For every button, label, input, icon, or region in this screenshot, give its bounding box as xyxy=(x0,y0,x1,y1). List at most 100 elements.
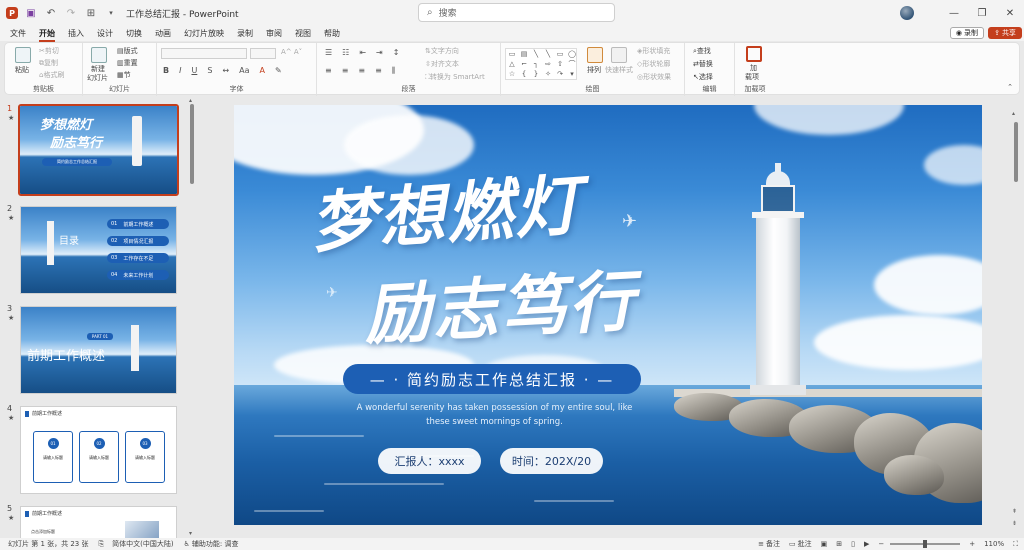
tab-insert[interactable]: 插入 xyxy=(68,28,84,39)
tab-design[interactable]: 设计 xyxy=(97,28,113,39)
format-painter-button[interactable]: ⌂ 格式刷 xyxy=(39,70,64,80)
tab-record[interactable]: 录制 xyxy=(237,28,253,39)
tab-review[interactable]: 审阅 xyxy=(266,28,282,39)
reading-view-icon[interactable]: ▯ xyxy=(851,540,855,548)
thumbnail-slide-1[interactable]: 梦想燃灯 励志笃行 简约励志工作总结汇报 xyxy=(18,104,179,196)
slide-title-line-2[interactable]: 励志笃行 xyxy=(362,248,639,358)
italic-button[interactable]: I xyxy=(179,66,181,75)
prev-slide-icon[interactable]: ⇞ xyxy=(1012,508,1017,515)
restore-icon[interactable]: ❐ xyxy=(968,8,996,19)
slide-scrollbar[interactable] xyxy=(1014,122,1018,182)
strike-button[interactable]: S xyxy=(207,66,212,75)
arrange-button[interactable]: 排列 xyxy=(587,65,601,75)
justify-icon[interactable]: ≡ xyxy=(375,66,382,76)
next-slide-icon[interactable]: ⇟ xyxy=(1012,520,1017,527)
language-status[interactable]: 简体中文(中国大陆) xyxy=(112,539,173,549)
find-button[interactable]: ⌕ 查找 xyxy=(693,46,711,56)
highlight-icon[interactable]: ✎ xyxy=(275,66,282,75)
slide-sorter-icon[interactable]: ⊞ xyxy=(836,540,842,548)
underline-button[interactable]: U xyxy=(191,66,197,75)
accessibility-status[interactable]: 辅助功能: 调查 xyxy=(192,539,239,549)
thumbnail-slide-3[interactable]: PART 01 前期工作概述 xyxy=(20,306,177,394)
font-grow-icon[interactable]: A^ A˅ xyxy=(281,48,302,56)
tab-home[interactable]: 开始 xyxy=(39,28,55,42)
thumbnail-slide-2[interactable]: 目录 01 前期工作概述 02 项目情况汇报 03 工作存在不足 04 未来工作计划 xyxy=(20,206,177,294)
tab-help[interactable]: 帮助 xyxy=(324,28,340,39)
redo-icon[interactable]: ↷ xyxy=(64,6,78,20)
columns-icon[interactable]: ⫼ xyxy=(392,66,396,76)
scroll-up-icon[interactable]: ▴ xyxy=(189,97,192,104)
font-size-select[interactable] xyxy=(250,48,276,59)
collapse-ribbon-icon[interactable]: ⌃ xyxy=(1007,83,1013,91)
close-icon[interactable]: ✕ xyxy=(996,8,1024,19)
decrease-indent-icon[interactable]: ⇤ xyxy=(359,48,366,57)
spellcheck-icon[interactable]: ⎘ xyxy=(99,540,105,549)
shapes-gallery[interactable]: ▭ ▤ ╲ ╲ ▭ ◯ △ ⌐ ┐ ⇨ ⇧ ⌒ ☆{} ✧ ↷ ▾ xyxy=(505,48,577,80)
section-button[interactable]: ▦ 节 xyxy=(117,70,131,80)
tab-slideshow[interactable]: 幻灯片放映 xyxy=(184,28,224,39)
paste-button[interactable]: 粘贴 xyxy=(15,65,29,75)
scroll-down-icon[interactable]: ▾ xyxy=(189,530,192,537)
paste-icon[interactable] xyxy=(15,47,31,63)
comments-button[interactable]: 批注 xyxy=(798,539,812,549)
align-text-button[interactable]: ⇳ 对齐文本 xyxy=(425,59,459,69)
customize-qat-icon[interactable]: ▾ xyxy=(104,6,118,20)
minimize-icon[interactable]: — xyxy=(940,8,968,19)
shape-effects-button[interactable]: ◎ 形状效果 xyxy=(637,72,671,82)
zoom-thumb[interactable] xyxy=(923,540,928,548)
replace-button[interactable]: ⇄ 替换 xyxy=(693,59,713,69)
avatar[interactable] xyxy=(900,6,914,20)
addins-label-2[interactable]: 载项 xyxy=(745,72,759,82)
record-button[interactable]: ◉ 录制 xyxy=(949,27,984,39)
numbering-icon[interactable]: ☷ xyxy=(342,48,349,57)
reset-button[interactable]: ▥ 重置 xyxy=(117,58,138,68)
thumbnail-scrollbar[interactable] xyxy=(190,104,194,184)
new-slide-label-2[interactable]: 幻灯片 xyxy=(87,73,108,83)
undo-icon[interactable]: ↶ xyxy=(44,6,58,20)
cut-button[interactable]: ✂ 剪切 xyxy=(39,46,59,56)
addins-icon[interactable] xyxy=(746,46,762,62)
notes-button[interactable]: 备注 xyxy=(766,539,780,549)
char-spacing-icon[interactable]: ↔ xyxy=(222,66,229,75)
text-direction-button[interactable]: ⇅ 文字方向 xyxy=(425,46,459,56)
quick-styles-button[interactable]: 快速样式 xyxy=(605,65,633,75)
slide-english-text[interactable]: A wonderful serenity has taken possessio… xyxy=(332,401,657,429)
fit-slide-icon[interactable]: ⛶ xyxy=(1013,540,1018,549)
zoom-in-icon[interactable]: + xyxy=(969,540,975,548)
select-button[interactable]: ↖ 选择 xyxy=(693,72,713,82)
font-family-select[interactable] xyxy=(161,48,247,59)
quick-styles-icon[interactable] xyxy=(611,47,627,63)
align-left-icon[interactable]: ≡ xyxy=(325,66,332,76)
bullets-icon[interactable]: ☰ xyxy=(325,48,332,57)
copy-button[interactable]: ⧉ 复制 xyxy=(39,58,58,68)
share-button[interactable]: ⇪ 共享 xyxy=(988,27,1022,39)
shape-fill-button[interactable]: ◈ 形状填充 xyxy=(637,46,670,56)
zoom-level[interactable]: 110% xyxy=(984,540,1004,548)
present-icon[interactable]: ⊞ xyxy=(84,6,98,20)
smartart-button[interactable]: ⛶ 转换为 SmartArt xyxy=(425,72,485,82)
slide-scroll-up-icon[interactable]: ▴ xyxy=(1012,110,1015,117)
thumbnail-slide-5[interactable]: 前期工作概述 点击添加标题 xyxy=(20,506,177,538)
increase-indent-icon[interactable]: ⇥ xyxy=(376,48,383,57)
zoom-out-icon[interactable]: − xyxy=(878,540,884,548)
arrange-icon[interactable] xyxy=(587,47,603,63)
reporter-pill[interactable]: 汇报人：xxxx xyxy=(378,448,481,474)
slide-canvas[interactable]: ✈ ✈ 梦想燃灯 励志笃行 — · 简约励志工作总结汇报 · — A wonde… xyxy=(234,105,982,525)
shape-outline-button[interactable]: ◇ 形状轮廓 xyxy=(637,59,670,69)
bold-button[interactable]: B xyxy=(163,66,169,75)
search-box[interactable]: ⌕ 搜索 xyxy=(418,3,615,22)
slide-title-line-1[interactable]: 梦想燃灯 xyxy=(307,152,585,267)
tab-file[interactable]: 文件 xyxy=(10,28,26,39)
save-icon[interactable]: ▣ xyxy=(24,6,38,20)
tab-transitions[interactable]: 切换 xyxy=(126,28,142,39)
new-slide-icon[interactable] xyxy=(91,47,107,63)
line-spacing-icon[interactable]: ↕ xyxy=(393,48,400,57)
layout-button[interactable]: ▤ 版式 xyxy=(117,46,138,56)
font-color-icon[interactable]: A xyxy=(259,66,264,75)
slideshow-icon[interactable]: ▶ xyxy=(864,540,869,548)
thumbnail-slide-4[interactable]: 前期工作概述 01 请输入标题 02 请输入标题 03 请输入标题 xyxy=(20,406,177,494)
date-pill[interactable]: 时间：202X/20 xyxy=(500,448,603,474)
align-center-icon[interactable]: ≡ xyxy=(342,66,349,76)
tab-view[interactable]: 视图 xyxy=(295,28,311,39)
zoom-slider[interactable] xyxy=(890,540,961,548)
